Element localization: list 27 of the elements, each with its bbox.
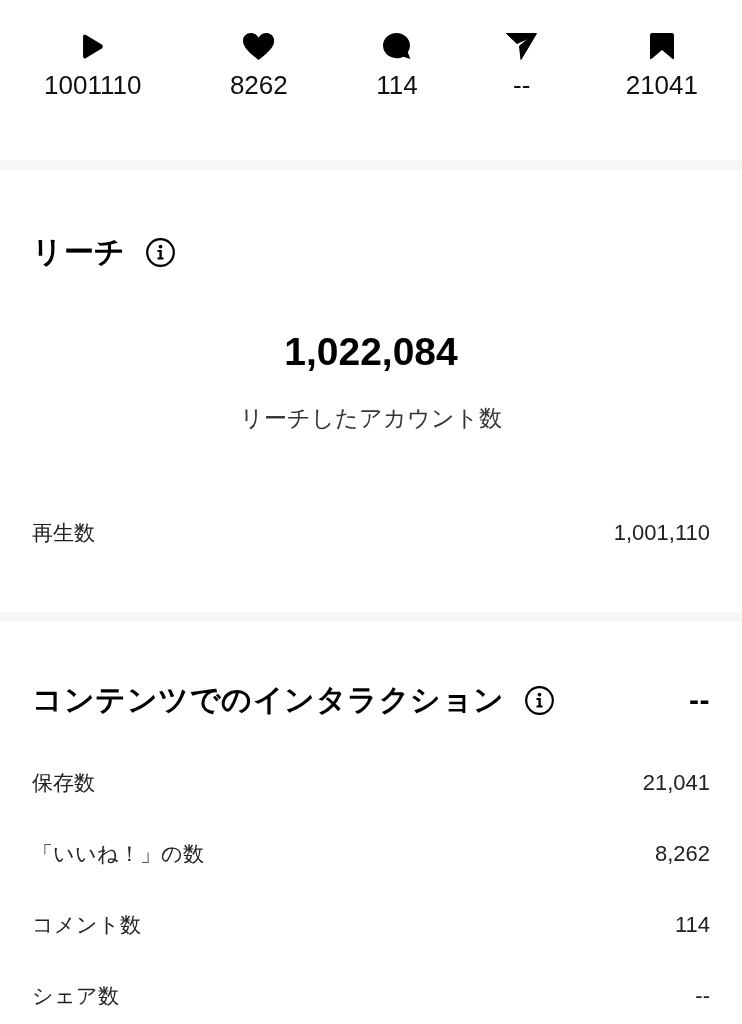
metric-value: 21,041 <box>642 769 710 797</box>
reach-total-label: リーチしたアカウント数 <box>240 404 502 433</box>
metric-label: 保存数 <box>32 770 95 796</box>
stat-count: 8262 <box>229 70 288 100</box>
metric-label: 「いいね！」の数 <box>32 841 204 867</box>
paper-plane-icon <box>506 33 538 60</box>
metric-value: 114 <box>674 911 710 939</box>
play-icon <box>81 33 105 60</box>
metric-value: 8,262 <box>654 840 710 868</box>
stat-count: 21041 <box>625 70 698 100</box>
metric-value: -- <box>695 982 710 1010</box>
info-icon[interactable] <box>145 237 175 267</box>
interaction-total: -- <box>689 682 710 718</box>
section-title: リーチ <box>32 234 126 270</box>
section-title: コンテンツでのインタラクション <box>32 682 505 718</box>
heart-icon <box>243 33 275 60</box>
metric-label: 再生数 <box>32 520 95 546</box>
stat-count: -- <box>513 70 531 100</box>
metric-value: 1,001,110 <box>613 519 710 547</box>
info-icon[interactable] <box>524 685 554 715</box>
metric-label: シェア数 <box>32 983 119 1009</box>
speech-bubble-icon <box>383 33 411 60</box>
stat-count: 1001110 <box>44 70 142 100</box>
stat-count: 114 <box>376 70 418 100</box>
metric-label: コメント数 <box>32 912 141 938</box>
bookmark-icon <box>649 33 674 60</box>
reach-total: 1,022,084 <box>284 329 458 375</box>
